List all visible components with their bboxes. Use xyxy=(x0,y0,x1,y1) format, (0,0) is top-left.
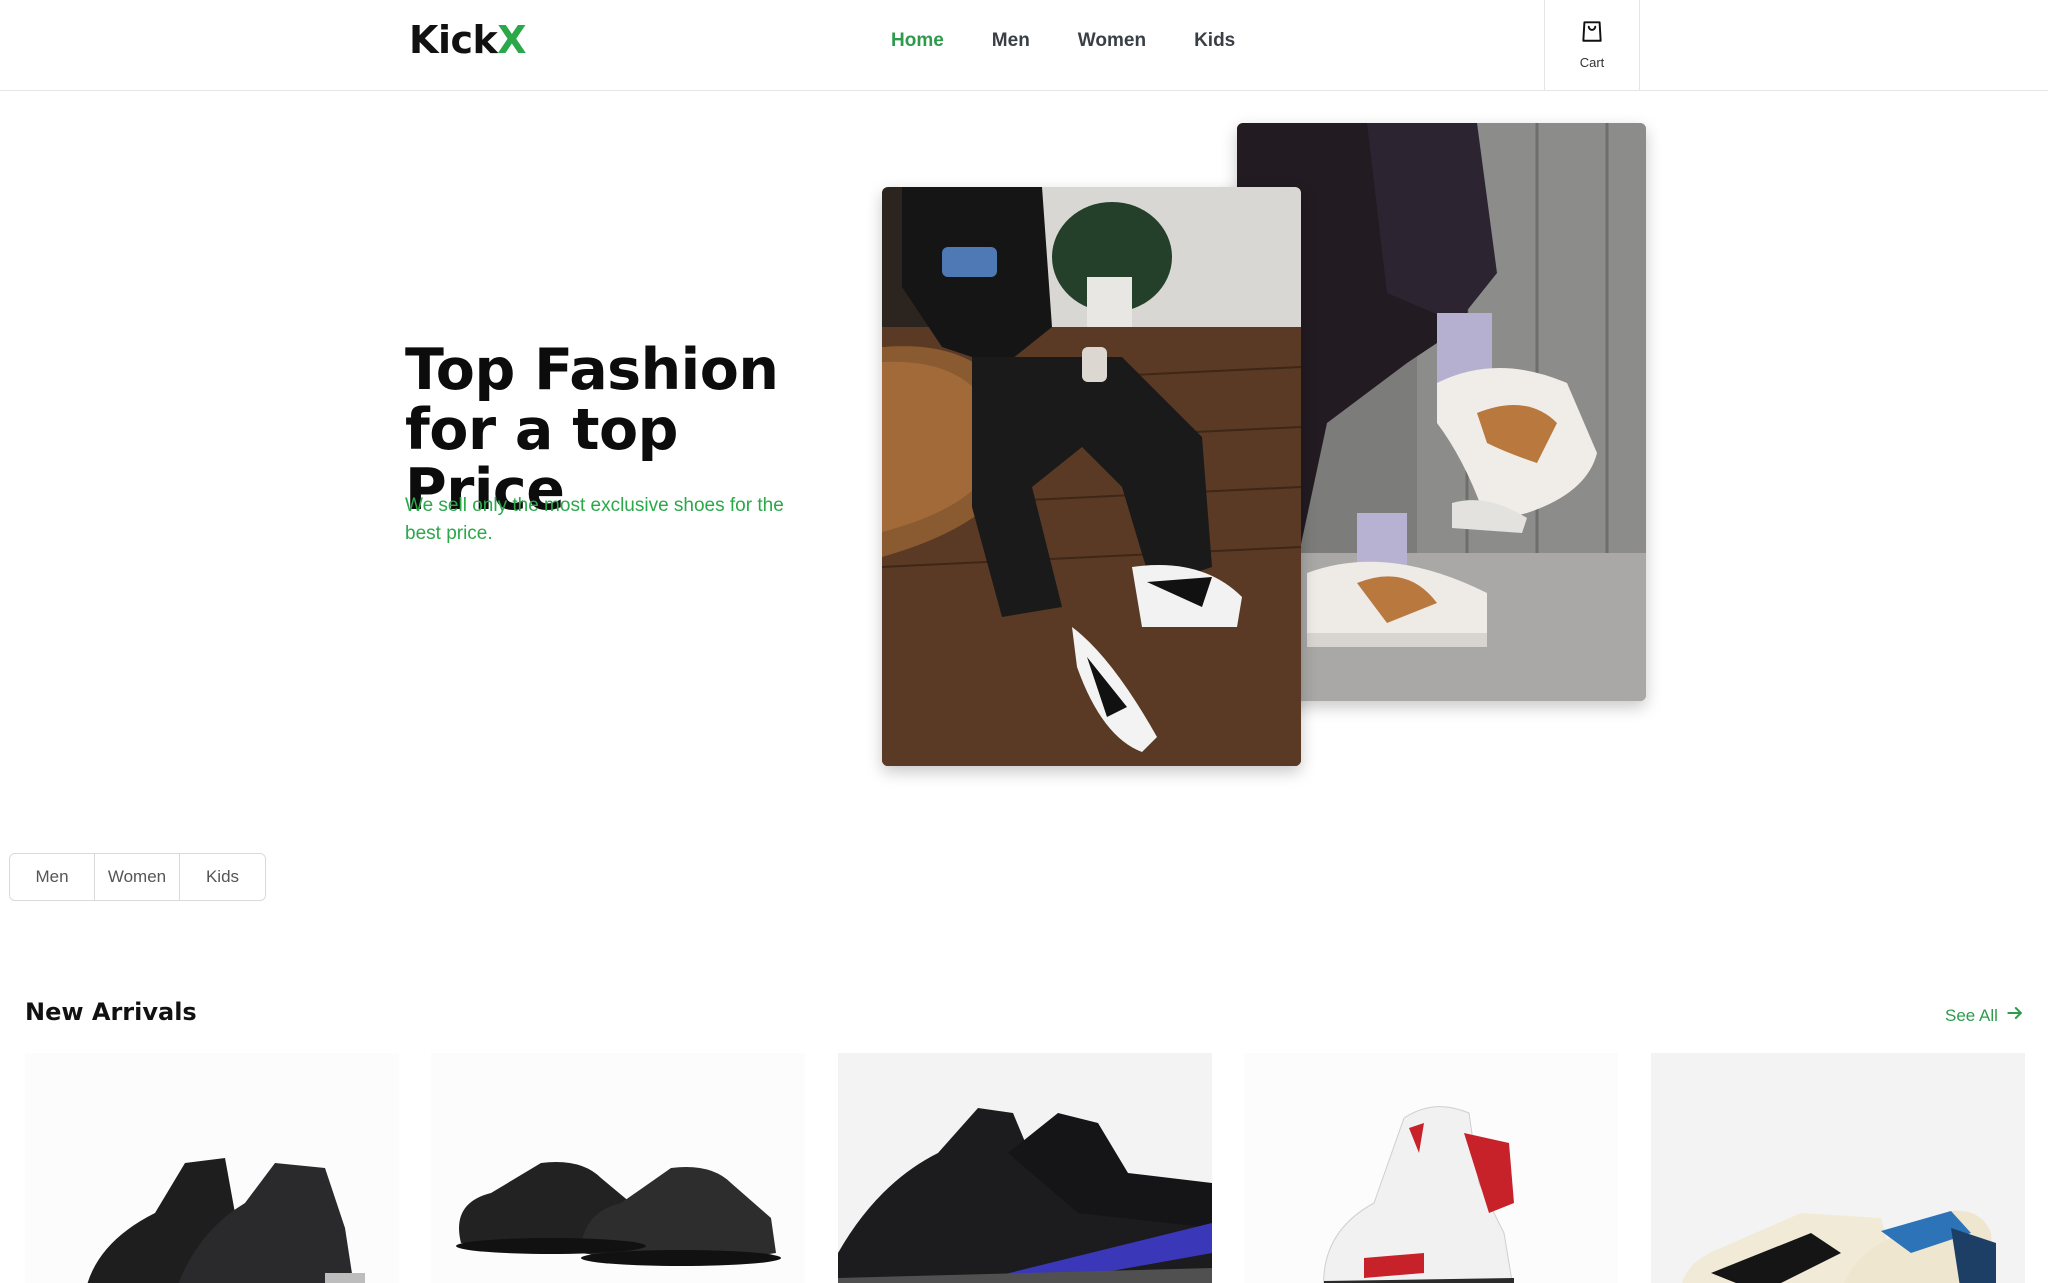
product-row xyxy=(25,1053,2025,1283)
hero-title-line1: Top Fashion xyxy=(405,337,779,403)
product-card-4[interactable] xyxy=(1244,1053,1618,1283)
product-image-black-high-top xyxy=(25,1053,399,1283)
product-image-cream-black-low xyxy=(1651,1053,2025,1283)
product-image-black-blue-knit xyxy=(838,1053,1212,1283)
arrow-right-icon xyxy=(1998,1003,2025,1028)
hero-subtitle: We sell only the most exclusive shoes fo… xyxy=(405,495,784,544)
product-card-3[interactable] xyxy=(838,1053,1212,1283)
nav-item-men[interactable]: Men xyxy=(992,30,1030,52)
segment-women[interactable]: Women xyxy=(95,854,180,900)
hero-image-front xyxy=(882,187,1301,766)
product-image-white-red-high-top xyxy=(1244,1053,1618,1283)
product-card-2[interactable] xyxy=(431,1053,805,1283)
see-all-link[interactable]: See All xyxy=(1945,1003,2025,1028)
segment-men[interactable]: Men xyxy=(10,854,95,900)
category-segmented-control: Men Women Kids xyxy=(9,853,266,901)
page: KickX Home Men Women Kids Cart Top Fashi… xyxy=(0,0,2048,1283)
brand-name-accent: X xyxy=(497,18,527,62)
nav-item-women[interactable]: Women xyxy=(1078,30,1146,52)
main-nav: Home Men Women Kids xyxy=(891,30,1283,52)
cart-button[interactable]: Cart xyxy=(1544,0,1640,91)
product-card-1[interactable] xyxy=(25,1053,399,1283)
brand-logo[interactable]: KickX xyxy=(409,18,527,62)
product-image-black-runner xyxy=(431,1053,805,1283)
shopping-bag-icon xyxy=(1579,18,1605,49)
product-card-5[interactable] xyxy=(1651,1053,2025,1283)
nav-item-kids[interactable]: Kids xyxy=(1194,30,1235,52)
new-arrivals-title: New Arrivals xyxy=(25,998,197,1026)
site-header: KickX Home Men Women Kids Cart xyxy=(0,0,2048,91)
nav-item-home[interactable]: Home xyxy=(891,30,944,52)
brand-name-main: Kick xyxy=(409,18,498,62)
segment-kids[interactable]: Kids xyxy=(180,854,265,900)
cart-label: Cart xyxy=(1579,55,1605,70)
see-all-label: See All xyxy=(1945,1005,1998,1025)
